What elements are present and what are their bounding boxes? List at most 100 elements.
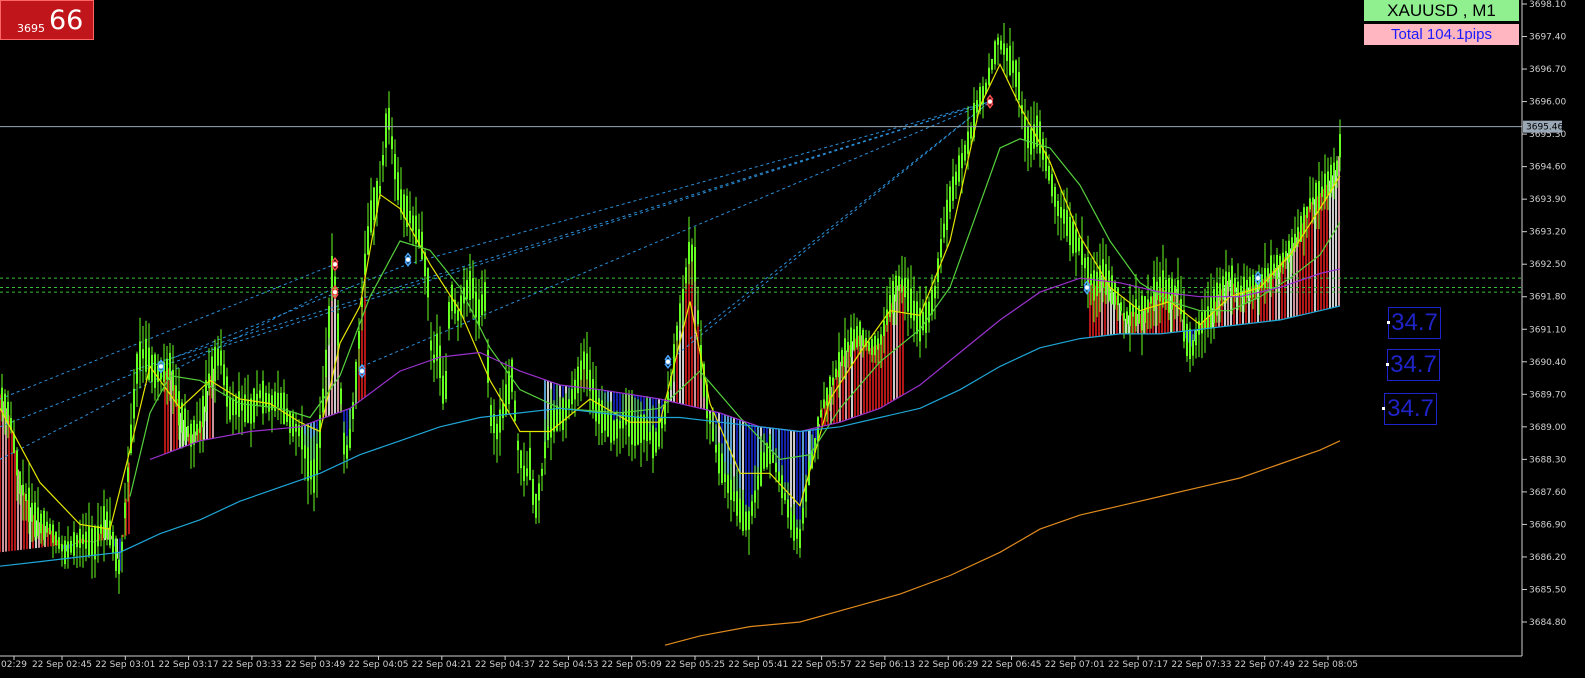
- candle-body: [526, 468, 528, 477]
- candle-body: [877, 338, 879, 350]
- candle-body: [790, 511, 792, 530]
- candle-body: [1264, 268, 1266, 289]
- y-tick-label: 3686.90: [1529, 520, 1566, 530]
- candle-body: [619, 420, 621, 429]
- candle-body: [724, 473, 726, 482]
- candle-body: [1015, 60, 1017, 87]
- x-tick-label: 22 Sep 07:01: [1045, 660, 1105, 670]
- candle-body: [748, 511, 750, 530]
- candle-body: [1159, 276, 1161, 302]
- candle-body: [820, 409, 822, 418]
- candle-body: [1333, 162, 1335, 185]
- price-badge: 3695 66: [0, 0, 94, 40]
- total-pips-label: Total 104.1pips: [1364, 24, 1519, 45]
- candle-body: [634, 417, 636, 446]
- candle-body: [229, 396, 231, 420]
- price-chart[interactable]: 3698.103697.403696.703696.003695.303694.…: [0, 0, 1585, 678]
- candle-body: [445, 371, 447, 400]
- candle-body: [127, 467, 129, 482]
- candle-body: [1327, 171, 1329, 196]
- signal-point: [665, 358, 671, 365]
- candle-body: [358, 331, 360, 349]
- candle-body: [1168, 278, 1170, 313]
- candle-body: [901, 279, 903, 292]
- y-tick-label: 3688.30: [1529, 455, 1566, 465]
- candle-body: [259, 390, 261, 399]
- candle-body: [1000, 40, 1002, 50]
- candle-body: [115, 538, 117, 571]
- x-tick-label: 22 Sep 04:53: [538, 660, 598, 670]
- candle-body: [1192, 340, 1194, 356]
- candle-body: [52, 524, 54, 543]
- candle-body: [118, 559, 120, 575]
- candle-body: [427, 268, 429, 298]
- candle-body: [64, 540, 66, 565]
- candle-body: [1081, 240, 1083, 265]
- y-tick-label: 3696.70: [1529, 65, 1566, 75]
- candle-body: [1231, 265, 1233, 297]
- candle-body: [385, 113, 387, 148]
- candle-body: [736, 491, 738, 516]
- candle-body: [721, 453, 723, 483]
- candle-body: [499, 409, 501, 433]
- y-tick-label: 3693.90: [1529, 195, 1566, 205]
- candle-body: [883, 320, 885, 336]
- candle-body: [535, 493, 537, 518]
- candle-body: [523, 465, 525, 481]
- signal-point: [332, 261, 338, 268]
- candle-body: [502, 403, 504, 419]
- candle-body: [61, 543, 63, 552]
- candle-body: [823, 399, 825, 408]
- candle-body: [904, 277, 906, 298]
- candle-body: [913, 300, 915, 321]
- candle-body: [220, 350, 222, 366]
- candle-body: [31, 503, 33, 522]
- candle-body: [256, 393, 258, 406]
- candle-body: [880, 334, 882, 345]
- candle-body: [691, 244, 693, 262]
- candle-body: [949, 186, 951, 212]
- candle-body: [91, 528, 93, 556]
- candle-body: [1321, 186, 1323, 197]
- x-tick-label: 22 Sep 04:05: [348, 660, 408, 670]
- candle-body: [871, 339, 873, 355]
- candle-body: [1267, 268, 1269, 283]
- candle-body: [439, 345, 441, 379]
- candle-body: [472, 278, 474, 299]
- candle-body: [1024, 116, 1026, 140]
- candle-body: [646, 420, 648, 442]
- candle-body: [856, 326, 858, 348]
- candle-body: [370, 200, 372, 233]
- x-tick-label: 22 Sep 06:29: [918, 660, 978, 670]
- y-tick-label: 3694.60: [1529, 163, 1566, 173]
- candle-body: [262, 380, 264, 414]
- candle-body: [19, 471, 21, 494]
- candle-body: [1189, 328, 1191, 359]
- x-tick-label: 22 Sep 03:49: [285, 660, 345, 670]
- candle-body: [1282, 252, 1284, 268]
- candle-body: [112, 531, 114, 553]
- x-tick-label: 22 Sep 05:57: [792, 660, 852, 670]
- candle-body: [1057, 200, 1059, 217]
- candle-body: [1174, 285, 1176, 297]
- candle-body: [1339, 134, 1341, 158]
- candle-body: [1309, 198, 1311, 210]
- candle-body: [616, 418, 618, 439]
- candle-body: [1183, 310, 1185, 342]
- candle-body: [76, 535, 78, 548]
- candle-body: [136, 353, 138, 384]
- candle-body: [436, 333, 438, 361]
- candle-body: [694, 246, 696, 282]
- candle-body: [475, 291, 477, 318]
- candle-body: [409, 210, 411, 224]
- candle-body: [421, 231, 423, 260]
- x-tick-label: 22 Sep 05:41: [728, 660, 788, 670]
- candle-body: [754, 490, 756, 503]
- candle-body: [1, 387, 3, 411]
- candle-body: [874, 335, 876, 356]
- y-tick-label: 3696.00: [1529, 98, 1566, 108]
- candle-body: [676, 325, 678, 341]
- candle-body: [799, 528, 801, 548]
- candle-body: [196, 423, 198, 436]
- candle-body: [244, 394, 246, 423]
